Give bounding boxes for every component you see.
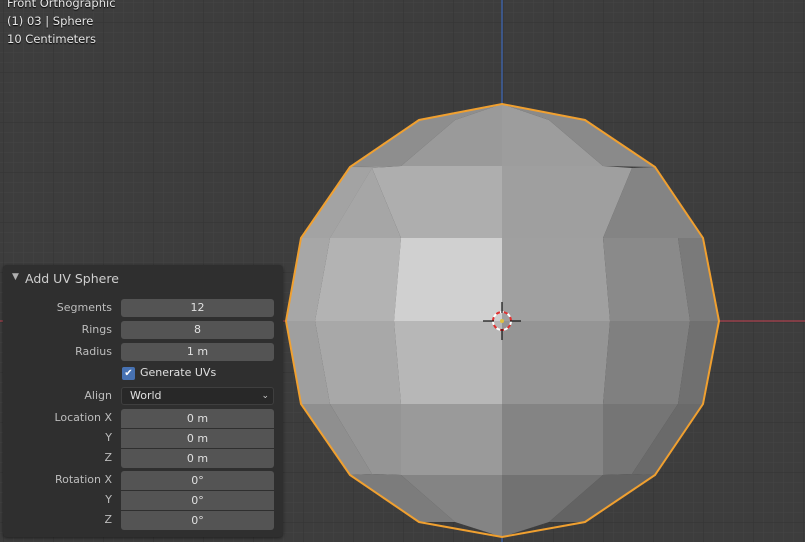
align-value: World <box>130 389 162 402</box>
rotation-y-field[interactable]: 0° <box>121 491 274 510</box>
location-x-field[interactable]: 0 m <box>121 409 274 428</box>
object-info: (1) 03 | Sphere <box>7 14 94 28</box>
rotation-y-label: Y <box>105 493 112 506</box>
grid-scale: 10 Centimeters <box>7 32 96 46</box>
generate-uvs-label[interactable]: Generate UVs <box>140 366 216 379</box>
segments-label: Segments <box>56 301 112 314</box>
align-select[interactable]: World ⌄ <box>121 387 274 405</box>
operator-panel: ▼ Add UV Sphere Segments 12 Rings 8 Radi… <box>3 265 283 537</box>
location-y-field[interactable]: 0 m <box>121 429 274 448</box>
panel-header[interactable]: ▼ Add UV Sphere <box>3 265 283 291</box>
rotation-x-field[interactable]: 0° <box>121 471 274 490</box>
rotation-x-label: Rotation X <box>54 473 112 486</box>
location-z-field[interactable]: 0 m <box>121 449 274 468</box>
chevron-down-icon: ⌄ <box>261 391 269 401</box>
generate-uvs-checkbox[interactable]: ✔ <box>122 367 135 380</box>
segments-field[interactable]: 12 <box>121 299 274 317</box>
checkmark-icon: ✔ <box>124 368 133 379</box>
location-y-label: Y <box>105 431 112 444</box>
rings-field[interactable]: 8 <box>121 321 274 339</box>
panel-title: Add UV Sphere <box>25 271 119 286</box>
view-name: Front Orthographic <box>7 0 116 10</box>
radius-field[interactable]: 1 m <box>121 343 274 361</box>
triangle-down-icon[interactable]: ▼ <box>12 272 19 282</box>
align-label: Align <box>84 389 112 402</box>
rotation-z-label: Z <box>104 513 112 526</box>
location-x-label: Location X <box>54 411 112 424</box>
location-z-label: Z <box>104 451 112 464</box>
radius-label: Radius <box>75 345 112 358</box>
rotation-z-field[interactable]: 0° <box>121 511 274 530</box>
rings-label: Rings <box>81 323 112 336</box>
